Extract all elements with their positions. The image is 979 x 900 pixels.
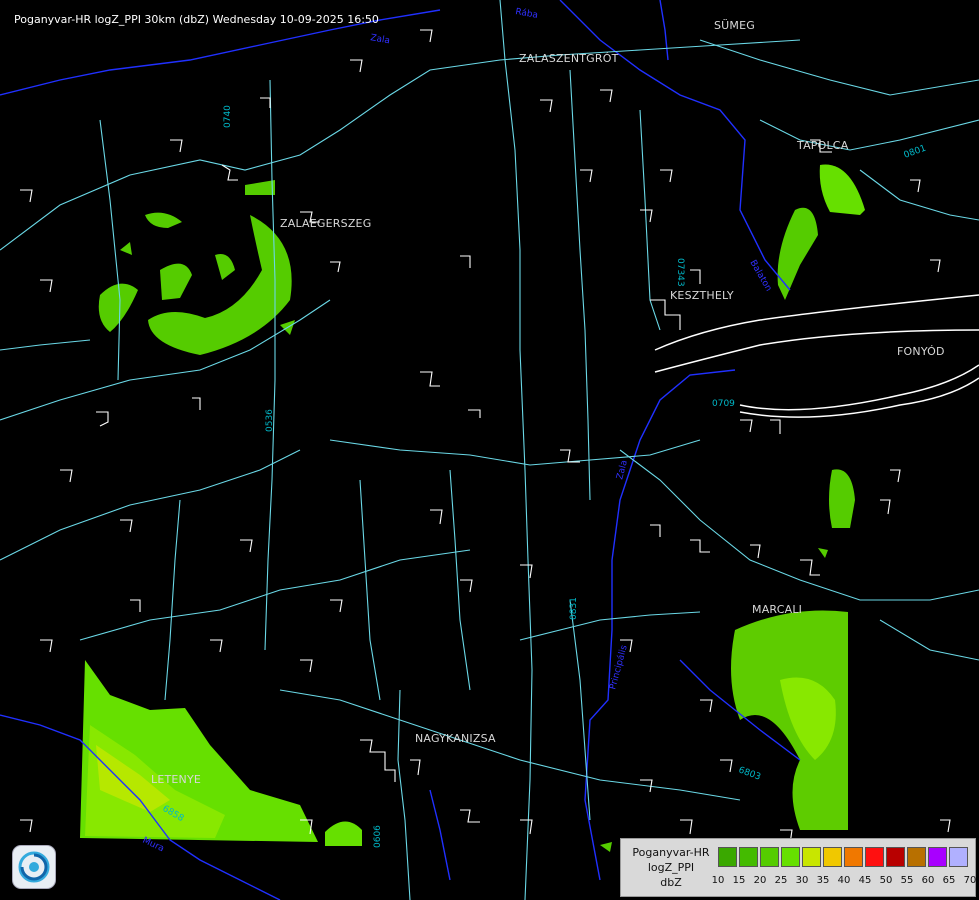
legend-swatch	[718, 847, 737, 867]
legend-tick-label: 70	[963, 875, 977, 886]
river-label: Zala	[369, 33, 390, 46]
legend-tick-label: 60	[921, 875, 935, 886]
river-label: Rába	[514, 7, 538, 21]
legend-swatch	[844, 847, 863, 867]
city-label: FONYÓD	[897, 345, 945, 358]
road-number-label: 07343	[675, 258, 685, 287]
radar-logo-icon[interactable]	[12, 845, 56, 889]
city-label: LETENYE	[151, 773, 202, 786]
legend-swatch	[802, 847, 821, 867]
road-number-label: 0740	[223, 105, 233, 128]
legend-swatch	[781, 847, 800, 867]
legend-swatch	[907, 847, 926, 867]
legend-tick-label: 55	[900, 875, 914, 886]
legend-swatch	[739, 847, 758, 867]
road-number-label: 6803	[737, 765, 762, 782]
legend-tick-label: 15	[732, 875, 746, 886]
city-label: KESZTHELY	[670, 289, 734, 302]
legend-tick-label: 20	[753, 875, 767, 886]
river-label: Balaton	[747, 259, 773, 294]
legend-unit: dbZ	[660, 876, 682, 889]
city-label: ZALAEGERSZEG	[280, 217, 372, 230]
legend-ticks: 10 15 20 25 30 35 40 45 50 55 60 65 70	[709, 875, 979, 889]
city-label: MARCALI	[752, 603, 803, 616]
road-number-label: 0801	[903, 144, 928, 161]
legend-tick-label: 65	[942, 875, 956, 886]
radar-echoes	[80, 164, 865, 852]
legend-swatch	[865, 847, 884, 867]
radar-logo-icon-graphic	[18, 851, 50, 883]
legend-swatch	[823, 847, 842, 867]
road-number-label: 0709	[712, 399, 735, 409]
legend-name: Poganyvar-HR logZ_PPI dbZ	[625, 845, 717, 890]
legend-tick-label: 40	[837, 875, 851, 886]
legend-source: Poganyvar-HR	[632, 846, 710, 859]
legend-tick-label: 30	[795, 875, 809, 886]
legend-tick-label: 50	[879, 875, 893, 886]
road-number-label: 0536	[265, 409, 275, 432]
legend-color-bar	[718, 847, 970, 867]
legend-tick-label: 45	[858, 875, 872, 886]
radar-map[interactable]: 0740 07343 0536 0831 6803 6858 0606 0801…	[0, 0, 979, 900]
legend-swatch	[886, 847, 905, 867]
road-number-label: 0606	[373, 825, 383, 848]
legend-tick-label: 35	[816, 875, 830, 886]
map-title: Poganyvar-HR logZ_PPI 30km (dbZ) Wednesd…	[14, 13, 379, 26]
legend-swatch	[949, 847, 968, 867]
road-number-label: 0831	[569, 597, 579, 620]
legend-swatch	[760, 847, 779, 867]
dbz-legend: Poganyvar-HR logZ_PPI dbZ 10 15 20 25 30 35 40…	[620, 838, 976, 897]
legend-tick-label: 25	[774, 875, 788, 886]
legend-tick-label: 10	[711, 875, 725, 886]
legend-product: logZ_PPI	[647, 861, 695, 874]
city-label: SÜMEG	[714, 19, 755, 32]
legend-swatch	[928, 847, 947, 867]
city-label: ZALASZENTGRÓT	[519, 52, 619, 65]
city-label: TAPOLCA	[797, 139, 849, 152]
city-label: NAGYKANIZSA	[415, 732, 496, 745]
